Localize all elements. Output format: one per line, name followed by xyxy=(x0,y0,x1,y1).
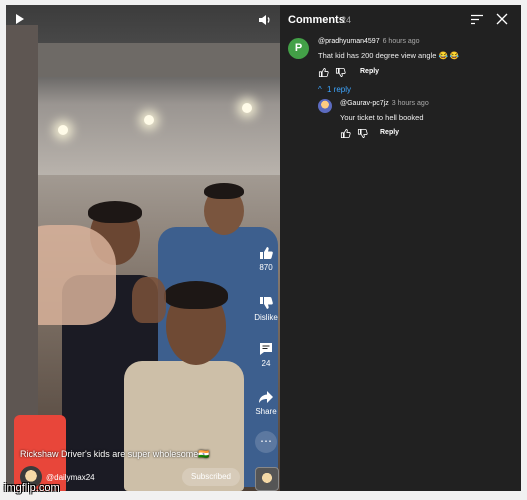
dislike-reply-icon[interactable] xyxy=(357,128,368,139)
sort-icon[interactable] xyxy=(471,14,483,25)
watermark-bar: imgflip.com xyxy=(0,482,527,500)
dislike-label: Dislike xyxy=(254,313,278,322)
more-horizontal-icon: ⋯ xyxy=(255,431,277,453)
reply-to-reply-button[interactable]: Reply xyxy=(380,129,399,136)
play-icon[interactable] xyxy=(16,14,24,24)
ceiling-light xyxy=(242,103,252,113)
like-reply-icon[interactable] xyxy=(340,128,351,139)
comment-actions: Reply xyxy=(318,67,438,79)
more-options-button[interactable]: ⋯ xyxy=(248,431,280,456)
share-icon xyxy=(259,391,273,403)
dislike-comment-icon[interactable] xyxy=(335,67,346,78)
reply-actions: Reply xyxy=(340,128,460,140)
share-label: Share xyxy=(255,407,277,416)
reply-author-line: @Gaurav-pc7jz 3 hours ago xyxy=(340,100,429,107)
channel-name[interactable]: @dailymax24 xyxy=(46,473,95,482)
thumbs-down-icon xyxy=(260,297,273,309)
imgflip-watermark: imgflip.com xyxy=(4,482,60,494)
comment-avatar[interactable]: P xyxy=(288,38,309,59)
replies-toggle-label: 1 reply xyxy=(327,85,352,94)
comment-author[interactable]: @pradhyuman4597 xyxy=(318,38,380,45)
comments-button[interactable]: 24 xyxy=(248,341,280,368)
comment-author-line: @pradhyuman4597 6 hours ago xyxy=(318,38,420,45)
comment-time: 6 hours ago xyxy=(382,38,420,45)
comment-count: 24 xyxy=(261,359,271,368)
volume-icon[interactable] xyxy=(258,13,272,27)
video-caption: Rickshaw Driver's kids are super wholeso… xyxy=(20,449,210,459)
short-video-player[interactable]: 870 Dislike 24 Share ⋯ Rickshaw Driver's… xyxy=(6,5,280,491)
ceiling-light xyxy=(58,125,68,135)
like-button[interactable]: 870 xyxy=(248,245,280,272)
sound-thumbnail[interactable] xyxy=(255,467,279,491)
like-comment-icon[interactable] xyxy=(318,67,329,78)
replies-toggle[interactable]: ^ 1 reply xyxy=(318,85,351,94)
reply-button[interactable]: Reply xyxy=(360,68,379,75)
video-frame-beam xyxy=(6,43,280,77)
chevron-up-icon: ^ xyxy=(318,85,322,94)
reply-author[interactable]: @Gaurav-pc7jz xyxy=(340,100,389,107)
like-count: 870 xyxy=(259,263,273,272)
ceiling-light xyxy=(144,115,154,125)
comments-header: Comments 24 xyxy=(280,5,521,35)
reply-avatar[interactable] xyxy=(318,99,332,113)
share-button[interactable]: Share xyxy=(248,389,280,416)
subscribe-button[interactable]: Subscribed xyxy=(182,468,240,486)
dislike-button[interactable]: Dislike xyxy=(248,295,280,322)
reply-time: 3 hours ago xyxy=(391,100,429,107)
thumbs-up-icon xyxy=(260,247,273,259)
comment-text: That kid has 200 degree view angle 😂 😂 xyxy=(318,51,460,60)
comments-title: Comments xyxy=(288,14,345,26)
reply-text: Your ticket to hell booked xyxy=(340,113,424,122)
comments-panel: Comments 24 P @pradhyuman4597 6 hours ago… xyxy=(280,5,521,491)
close-icon[interactable] xyxy=(496,13,508,25)
video-frame-ceiling xyxy=(6,5,280,185)
comments-count: 24 xyxy=(341,15,352,25)
comment-icon xyxy=(260,343,272,355)
